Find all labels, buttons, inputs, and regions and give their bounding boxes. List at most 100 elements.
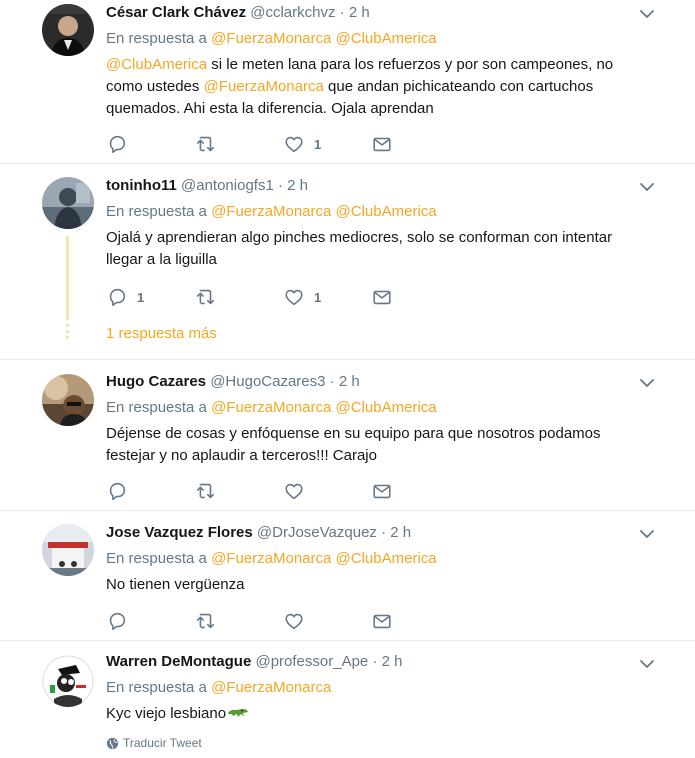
more-replies-link[interactable]: 1 respuesta más — [106, 325, 217, 342]
message-icon — [373, 614, 391, 629]
mention-link[interactable]: @ClubAmerica — [336, 203, 437, 220]
message-icon — [373, 290, 391, 305]
chevron-down-icon[interactable] — [637, 654, 657, 674]
tweet-actions — [106, 480, 406, 502]
reply-icon — [109, 135, 126, 154]
globe-icon — [106, 737, 119, 749]
like-count: 1 — [314, 136, 322, 152]
mention-link[interactable]: @ClubAmerica — [336, 30, 437, 47]
chevron-down-icon[interactable] — [637, 4, 657, 24]
user-handle[interactable]: @antoniogfs1 — [181, 177, 274, 194]
mention-link[interactable]: @ClubAmerica — [336, 399, 437, 416]
retweet-icon — [196, 613, 215, 629]
mention-link[interactable]: @ClubAmerica — [336, 550, 437, 567]
like-icon — [285, 483, 303, 500]
like-icon — [285, 136, 303, 153]
timestamp[interactable]: 2 h — [287, 177, 308, 194]
tweet-item[interactable]: César Clark Chávez @cclarkchvz · 2 h En … — [0, 0, 695, 163]
mention-link[interactable]: @FuerzaMonarca — [211, 679, 331, 696]
tweet-text: Ojalá y aprendieran algo pinches mediocr… — [106, 229, 613, 268]
retweet-button[interactable] — [194, 610, 225, 632]
avatar[interactable] — [42, 177, 94, 229]
avatar[interactable] — [42, 655, 94, 707]
separator-dot: · — [277, 177, 283, 194]
mention-link[interactable]: @FuerzaMonarca — [211, 203, 331, 220]
retweet-icon — [196, 289, 215, 305]
direct-message-button[interactable] — [371, 610, 393, 632]
tweet-item[interactable]: Hugo Cazares @HugoCazares3 · 2 h En resp… — [0, 360, 695, 510]
user-handle[interactable]: @HugoCazares3 — [210, 373, 325, 390]
tweet-item[interactable]: Jose Vazquez Flores @DrJoseVazquez · 2 h… — [0, 511, 695, 640]
reply-button[interactable] — [106, 133, 137, 155]
retweet-icon — [196, 483, 215, 499]
user-name[interactable]: César Clark Chávez — [106, 4, 246, 21]
reply-count: 1 — [137, 289, 145, 305]
chevron-down-icon[interactable] — [637, 524, 657, 544]
separator-dot: · — [372, 653, 378, 670]
like-button[interactable]: 1 — [283, 286, 321, 308]
retweet-button[interactable] — [194, 286, 225, 308]
like-icon — [285, 289, 303, 306]
mention-link[interactable]: @FuerzaMonarca — [211, 550, 331, 567]
user-handle[interactable]: @professor_Ape — [255, 653, 368, 670]
tweet-item[interactable]: toninho11 @antoniogfs1 · 2 h En respuest… — [0, 164, 695, 359]
avatar[interactable] — [42, 374, 94, 426]
direct-message-button[interactable] — [371, 286, 393, 308]
reply-button[interactable] — [106, 480, 137, 502]
user-name[interactable]: Hugo Cazares — [106, 373, 206, 390]
tweet-text: Déjense de cosas y enfóquense en su equi… — [106, 425, 601, 464]
retweet-button[interactable] — [194, 133, 225, 155]
reply-context: En respuesta a @FuerzaMonarca — [106, 678, 647, 698]
message-icon — [373, 137, 391, 152]
like-count: 1 — [314, 289, 322, 305]
tweet-header: César Clark Chávez @cclarkchvz · 2 h — [106, 3, 647, 23]
tweet-header: toninho11 @antoniogfs1 · 2 h — [106, 176, 647, 196]
separator-dot: · — [381, 524, 387, 541]
tweet-header: Warren DeMontague @professor_Ape · 2 h — [106, 652, 647, 672]
reply-prefix: En respuesta a — [106, 203, 207, 220]
retweet-button[interactable] — [194, 480, 225, 502]
translate-tweet-link[interactable]: Traducir Tweet — [106, 736, 202, 750]
avatar[interactable] — [42, 524, 94, 576]
mention-link[interactable]: @FuerzaMonarca — [204, 78, 324, 95]
like-button[interactable]: 1 — [283, 133, 321, 155]
reply-button[interactable]: 1 — [106, 286, 144, 308]
mention-link[interactable]: @ClubAmerica — [106, 56, 207, 73]
timestamp[interactable]: 2 h — [339, 373, 360, 390]
tweet-text: Kyc viejo lesbiano — [106, 703, 647, 725]
thread-connector — [66, 236, 69, 320]
reply-button[interactable] — [106, 610, 137, 632]
chevron-down-icon[interactable] — [637, 177, 657, 197]
user-name[interactable]: Warren DeMontague — [106, 653, 251, 670]
reply-icon — [109, 288, 126, 307]
timestamp[interactable]: 2 h — [349, 4, 370, 21]
tweet-text: @ClubAmerica si le meten lana para los r… — [106, 54, 646, 120]
user-handle[interactable]: @DrJoseVazquez — [257, 524, 377, 541]
reply-context: En respuesta a @FuerzaMonarca @ClubAmeri… — [106, 398, 647, 418]
crocodile-emoji — [228, 709, 249, 717]
tweet-text: No tienen vergüenza — [106, 576, 245, 593]
reply-icon — [109, 482, 126, 501]
user-handle[interactable]: @cclarkchvz — [250, 4, 335, 21]
mention-link[interactable]: @FuerzaMonarca — [211, 30, 331, 47]
user-name[interactable]: toninho11 — [106, 177, 177, 194]
separator-dot: · — [329, 373, 335, 390]
message-icon — [373, 484, 391, 499]
timestamp[interactable]: 2 h — [390, 524, 411, 541]
direct-message-button[interactable] — [371, 480, 393, 502]
avatar[interactable] — [42, 4, 94, 56]
like-button[interactable] — [283, 480, 314, 502]
thread-connector-dots — [66, 324, 69, 344]
text-segment: Kyc viejo lesbiano — [106, 705, 227, 722]
tweet-item[interactable]: Warren DeMontague @professor_Ape · 2 h E… — [0, 641, 695, 758]
reply-context: En respuesta a @FuerzaMonarca @ClubAmeri… — [106, 202, 647, 222]
mention-link[interactable]: @FuerzaMonarca — [211, 399, 331, 416]
chevron-down-icon[interactable] — [637, 373, 657, 393]
like-button[interactable] — [283, 610, 314, 632]
translate-label: Traducir Tweet — [123, 736, 202, 750]
user-name[interactable]: Jose Vazquez Flores — [106, 524, 253, 541]
tweet-header: Hugo Cazares @HugoCazares3 · 2 h — [106, 372, 647, 392]
direct-message-button[interactable] — [371, 133, 393, 155]
reply-prefix: En respuesta a — [106, 550, 207, 567]
timestamp[interactable]: 2 h — [382, 653, 403, 670]
